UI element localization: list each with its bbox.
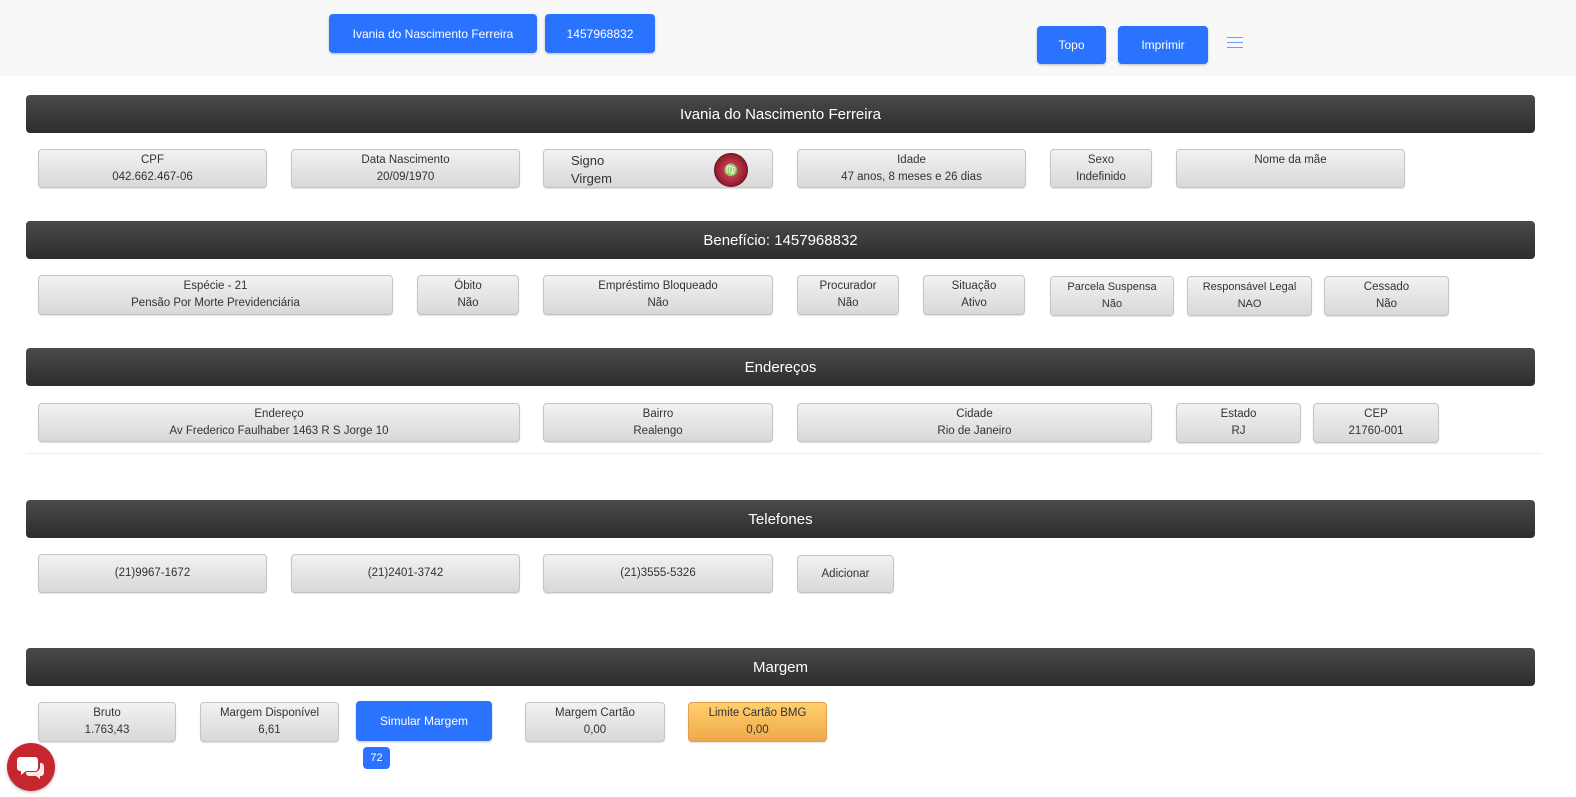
simular-margem-button[interactable]: Simular Margem: [356, 701, 492, 741]
responsavel-legal-value: NAO: [1237, 298, 1262, 310]
estado-label: Estado: [1220, 408, 1257, 420]
bruto-label: Bruto: [93, 707, 121, 719]
limite-cartao-bmg-label: Limite Cartão BMG: [708, 707, 807, 719]
telefone-item[interactable]: (21)3555-5326: [543, 554, 773, 593]
cidade-field: Cidade Rio de Janeiro: [797, 403, 1152, 442]
topo-button[interactable]: Topo: [1037, 26, 1106, 64]
cessado-field: Cessado Não: [1324, 276, 1449, 316]
telefone-item[interactable]: (21)2401-3742: [291, 554, 520, 593]
limite-cartao-bmg-field: Limite Cartão BMG 0,00: [688, 702, 827, 742]
margem-disponivel-field: Margem Disponível 6,61: [200, 702, 339, 742]
procurador-value: Não: [837, 297, 859, 309]
situacao-label: Situação: [951, 280, 997, 292]
bairro-field: Bairro Realengo: [543, 403, 773, 442]
telefone-value: (21)3555-5326: [620, 567, 696, 579]
margem-disponivel-label: Margem Disponível: [219, 707, 320, 719]
simular-margem-badge: 72: [363, 747, 390, 769]
emprestimo-bloqueado-field: Empréstimo Bloqueado Não: [543, 275, 773, 315]
data-nascimento-label: Data Nascimento: [361, 154, 450, 166]
sexo-field: Sexo Indefinido: [1050, 149, 1152, 188]
telefone-value: (21)9967-1672: [114, 567, 191, 579]
limite-cartao-bmg-value: 0,00: [746, 724, 769, 736]
beneficio-number-button[interactable]: 1457968832: [545, 14, 655, 53]
bruto-field: Bruto 1.763,43: [38, 702, 176, 742]
bruto-value: 1.763,43: [84, 724, 130, 736]
margem-cartao-field: Margem Cartão 0,00: [525, 702, 665, 742]
situacao-field: Situação Ativo: [923, 275, 1025, 315]
adicionar-telefone-button[interactable]: Adicionar: [797, 555, 894, 593]
signo-label: Signo: [571, 153, 605, 168]
endereco-field: Endereço Av Frederico Faulhaber 1463 R S…: [38, 403, 520, 442]
margem-cartao-label: Margem Cartão: [555, 707, 635, 719]
obito-field: Óbito Não: [417, 275, 519, 315]
cep-value: 21760-001: [1348, 425, 1404, 437]
margem-cartao-value: 0,00: [583, 724, 607, 736]
endereco-value: Av Frederico Faulhaber 1463 R S Jorge 10: [169, 425, 389, 437]
idade-value: 47 anos, 8 meses e 26 dias: [841, 171, 982, 183]
parcela-suspensa-field: Parcela Suspensa Não: [1050, 276, 1174, 316]
cidade-label: Cidade: [956, 408, 993, 420]
obito-label: Óbito: [454, 280, 482, 292]
obito-value: Não: [457, 297, 479, 309]
emprestimo-bloqueado-label: Empréstimo Bloqueado: [598, 280, 718, 292]
section-header-beneficio: Benefício: 1457968832: [26, 221, 1535, 259]
situacao-value: Ativo: [961, 297, 987, 309]
data-nascimento-field: Data Nascimento 20/09/1970: [291, 149, 520, 188]
responsavel-legal-field: Responsável Legal NAO: [1187, 276, 1312, 316]
cep-label: CEP: [1364, 408, 1388, 420]
bairro-value: Realengo: [633, 425, 683, 437]
estado-value: RJ: [1231, 425, 1246, 437]
cessado-label: Cessado: [1363, 281, 1410, 293]
cpf-value: 042.662.467-06: [112, 171, 193, 183]
nome-mae-field: Nome da mãe: [1176, 149, 1405, 188]
cpf-label: CPF: [141, 154, 164, 166]
cidade-value: Rio de Janeiro: [937, 425, 1012, 437]
idade-field: Idade 47 anos, 8 meses e 26 dias: [797, 149, 1026, 188]
imprimir-button[interactable]: Imprimir: [1118, 26, 1208, 64]
responsavel-legal-label: Responsável Legal: [1202, 281, 1297, 293]
signo-field: Signo Virgem ♍: [543, 149, 773, 188]
parcela-suspensa-label: Parcela Suspensa: [1067, 281, 1157, 293]
cep-field: CEP 21760-001: [1313, 403, 1439, 443]
cpf-field: CPF 042.662.467-06: [38, 149, 267, 188]
emprestimo-bloqueado-value: Não: [647, 297, 669, 309]
telefone-value: (21)2401-3742: [367, 567, 444, 579]
bairro-label: Bairro: [642, 408, 674, 420]
parcela-suspensa-value: Não: [1101, 298, 1123, 310]
procurador-field: Procurador Não: [797, 275, 899, 315]
especie-field: Espécie - 21 Pensão Por Morte Previdenci…: [38, 275, 393, 315]
section-header-telefones: Telefones: [26, 500, 1535, 538]
virgo-zodiac-icon: ♍: [714, 153, 748, 187]
telefone-item[interactable]: (21)9967-1672: [38, 554, 267, 593]
section-divider: [26, 453, 1542, 454]
hamburger-icon[interactable]: [1227, 37, 1243, 50]
client-name-button[interactable]: Ivania do Nascimento Ferreira: [329, 14, 537, 53]
margem-disponivel-value: 6,61: [258, 724, 281, 736]
section-header-margem: Margem: [26, 648, 1535, 686]
section-header-enderecos: Endereços: [26, 348, 1535, 386]
nome-mae-label: Nome da mãe: [1254, 154, 1327, 166]
procurador-label: Procurador: [819, 280, 877, 292]
section-header-pessoal: Ivania do Nascimento Ferreira: [26, 95, 1535, 133]
sexo-value: Indefinido: [1076, 171, 1126, 183]
cessado-value: Não: [1375, 298, 1398, 310]
especie-value: Pensão Por Morte Previdenciária: [131, 297, 300, 309]
signo-value: Virgem: [571, 171, 612, 186]
endereco-label: Endereço: [254, 408, 304, 420]
top-bar: Ivania do Nascimento Ferreira 1457968832…: [0, 0, 1576, 76]
chat-bubbles-icon[interactable]: [7, 743, 55, 791]
estado-field: Estado RJ: [1176, 403, 1301, 443]
adicionar-label: Adicionar: [821, 567, 870, 580]
sexo-label: Sexo: [1087, 154, 1115, 166]
data-nascimento-value: 20/09/1970: [376, 171, 435, 183]
especie-label: Espécie - 21: [183, 280, 248, 292]
idade-label: Idade: [897, 154, 926, 166]
